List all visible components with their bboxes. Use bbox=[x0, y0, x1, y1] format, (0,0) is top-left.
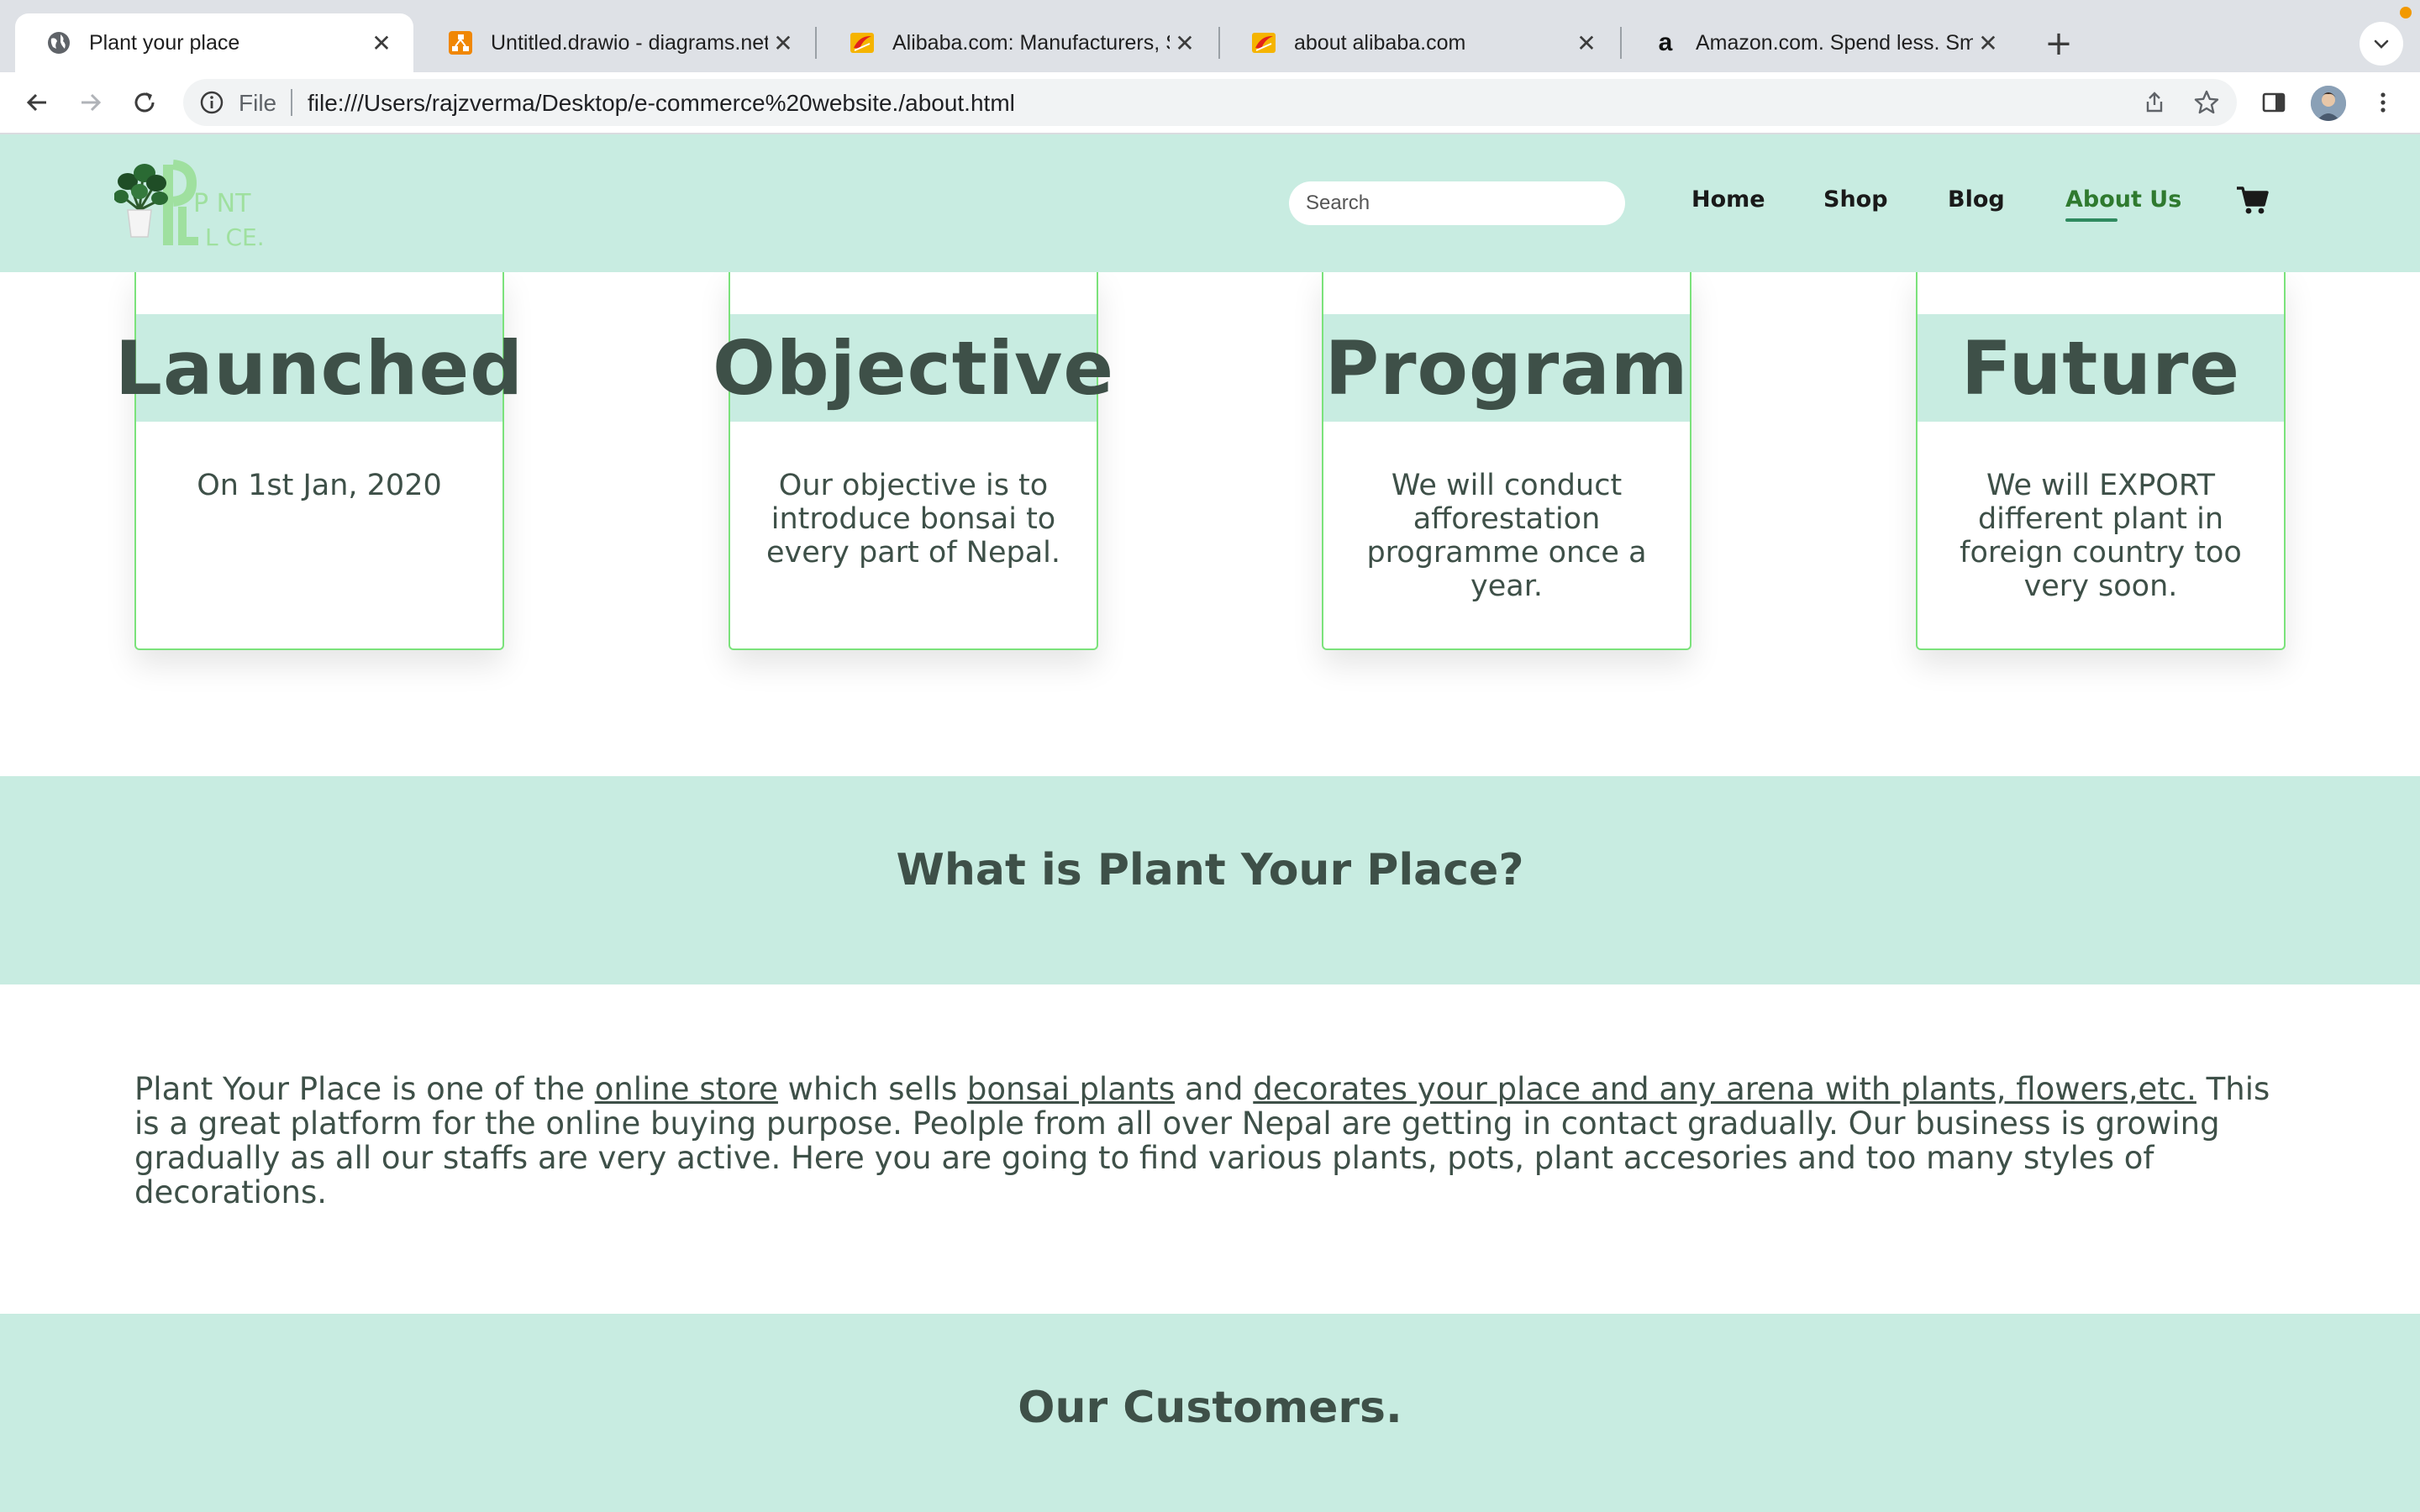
profile-avatar[interactable] bbox=[2311, 86, 2346, 121]
tab-separator bbox=[815, 27, 817, 59]
card-title: Program bbox=[1324, 324, 1689, 412]
card-header: Objective bbox=[713, 314, 1113, 422]
card-header: Launched bbox=[115, 314, 523, 422]
nav-link-blog[interactable]: Blog bbox=[1948, 186, 2005, 213]
side-panel-button[interactable] bbox=[2252, 81, 2296, 124]
card-text: On 1st Jan, 2020 bbox=[197, 469, 442, 502]
close-tab-icon[interactable]: ✕ bbox=[1571, 28, 1602, 58]
drawio-icon bbox=[447, 29, 474, 56]
tab-search-button[interactable] bbox=[2360, 22, 2403, 66]
tab-alibaba[interactable]: Alibaba.com: Manufacturers, S ✕ bbox=[818, 13, 1217, 72]
what-is-section-banner: What is Plant Your Place? bbox=[0, 776, 2420, 984]
search-input[interactable] bbox=[1289, 181, 1625, 225]
tab-title: about alibaba.com bbox=[1294, 30, 1466, 55]
plant-logo-icon: P NT L CE. bbox=[113, 160, 265, 251]
back-button[interactable] bbox=[15, 81, 59, 124]
close-tab-icon[interactable]: ✕ bbox=[1170, 28, 1200, 58]
info-card-future: Future We will EXPORT different plant in… bbox=[1916, 270, 2286, 650]
logo-text-top: P NT bbox=[193, 189, 251, 218]
about-paragraph: Plant Your Place is one of the online st… bbox=[134, 1072, 2286, 1210]
section-heading: Our Customers. bbox=[1018, 1383, 1402, 1433]
tab-about-alibaba[interactable]: about alibaba.com ✕ bbox=[1220, 13, 1618, 72]
amazon-icon: a bbox=[1658, 29, 1673, 56]
reload-button[interactable] bbox=[123, 81, 166, 124]
paragraph-text: which sells bbox=[777, 1071, 967, 1107]
tab-drawio[interactable]: Untitled.drawio - diagrams.net ✕ bbox=[417, 13, 815, 72]
alibaba-icon bbox=[1250, 29, 1277, 56]
tab-amazon[interactable]: a Amazon.com. Spend less. Smil ✕ bbox=[1622, 13, 2020, 72]
card-header: Program bbox=[1323, 314, 1690, 422]
forward-button[interactable] bbox=[69, 81, 113, 124]
info-card-program: Program We will conduct afforestation pr… bbox=[1322, 270, 1691, 650]
browser-tab-strip: Plant your place ✕ Untitled.drawio - dia… bbox=[0, 0, 2420, 72]
card-title: Launched bbox=[114, 324, 524, 412]
tab-title: Amazon.com. Spend less. Smil bbox=[1696, 30, 1973, 55]
address-separator bbox=[291, 89, 292, 116]
customers-section-banner: Our Customers. bbox=[0, 1314, 2420, 1512]
online-store-link[interactable]: online store bbox=[595, 1071, 778, 1107]
address-bar[interactable]: File file:///Users/rajzverma/Desktop/e-c… bbox=[183, 79, 2237, 126]
side-panel-icon bbox=[2262, 92, 2286, 113]
logo-text-bottom: L CE. bbox=[205, 223, 265, 250]
card-text: We will conduct afforestation programme … bbox=[1366, 469, 1647, 603]
tab-title: Plant your place bbox=[89, 30, 240, 55]
nav-link-shop[interactable]: Shop bbox=[1823, 186, 1888, 213]
card-title: Future bbox=[1960, 324, 2241, 412]
close-tab-icon[interactable]: ✕ bbox=[768, 28, 798, 58]
new-tab-button[interactable]: + bbox=[2037, 22, 2081, 66]
nav-link-about-us[interactable]: About Us bbox=[2065, 186, 2181, 213]
more-vertical-icon bbox=[2381, 92, 2386, 113]
arrow-right-icon bbox=[82, 93, 102, 112]
paragraph-text: and bbox=[1175, 1071, 1254, 1107]
close-tab-icon[interactable]: ✕ bbox=[366, 28, 397, 58]
arrow-left-icon bbox=[26, 93, 46, 112]
info-icon[interactable] bbox=[198, 89, 225, 116]
bookmark-star-icon[interactable] bbox=[2191, 87, 2222, 118]
cart-icon[interactable] bbox=[2235, 185, 2269, 215]
paragraph-text: Plant Your Place is one of the bbox=[134, 1071, 595, 1107]
share-icon[interactable] bbox=[2139, 87, 2170, 118]
status-dot bbox=[2400, 7, 2412, 18]
decorations-link[interactable]: decorates your place and any arena with … bbox=[1253, 1071, 2196, 1107]
card-text: We will EXPORT different plant in foreig… bbox=[1960, 469, 2242, 603]
bonsai-plants-link[interactable]: bonsai plants bbox=[967, 1071, 1175, 1107]
section-heading: What is Plant Your Place? bbox=[896, 845, 1524, 895]
address-url[interactable]: file:///Users/rajzverma/Desktop/e-commer… bbox=[308, 90, 1015, 117]
chevron-down-icon bbox=[2374, 39, 2389, 49]
tab-plant-your-place[interactable]: Plant your place ✕ bbox=[15, 13, 413, 72]
active-nav-indicator bbox=[2065, 218, 2118, 222]
tab-title: Alibaba.com: Manufacturers, S bbox=[892, 30, 1170, 55]
globe-icon bbox=[45, 29, 72, 56]
browser-toolbar: File file:///Users/rajzverma/Desktop/e-c… bbox=[0, 72, 2420, 134]
nav-link-home[interactable]: Home bbox=[1691, 186, 1765, 213]
info-card-launched: Launched On 1st Jan, 2020 bbox=[115, 270, 523, 650]
close-tab-icon[interactable]: ✕ bbox=[1973, 28, 2003, 58]
browser-menu-button[interactable] bbox=[2361, 81, 2405, 124]
address-scheme-label: File bbox=[239, 90, 277, 116]
reload-icon bbox=[134, 92, 155, 113]
card-header: Future bbox=[1918, 314, 2284, 422]
site-header: P NT L CE. Home Shop Blog About Us bbox=[0, 134, 2420, 272]
info-card-objective: Objective Our objective is to introduce … bbox=[713, 270, 1113, 650]
card-text: Our objective is to introduce bonsai to … bbox=[766, 469, 1060, 570]
site-logo[interactable]: P NT L CE. bbox=[113, 158, 274, 251]
alibaba-icon bbox=[849, 29, 876, 56]
tab-title: Untitled.drawio - diagrams.net bbox=[491, 30, 768, 55]
card-title: Objective bbox=[712, 324, 1115, 412]
